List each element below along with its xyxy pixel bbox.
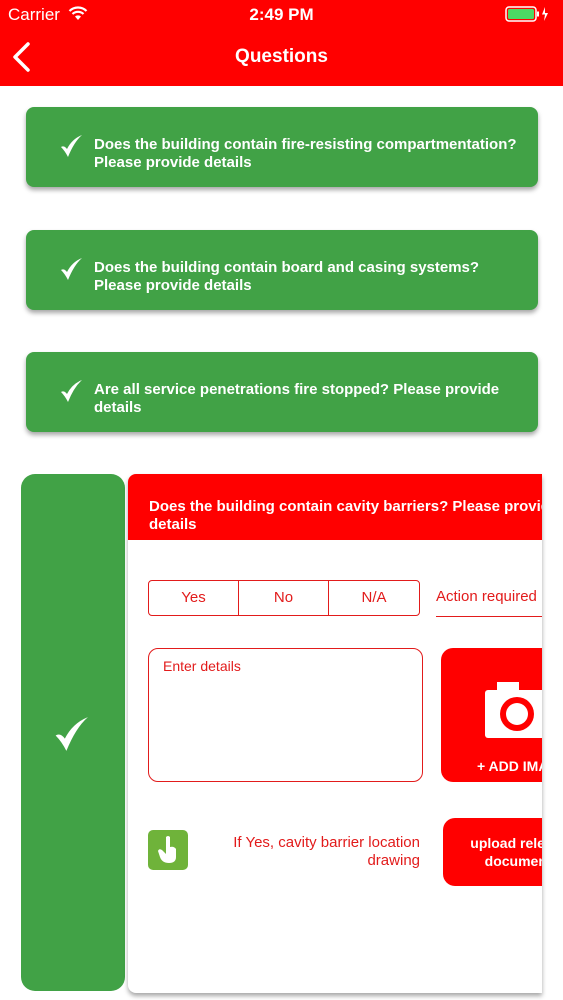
battery-icon	[505, 6, 548, 22]
status-bar: Carrier 2:49 PM	[0, 0, 563, 28]
navigation-bar: Questions	[0, 28, 563, 86]
drawing-note: If Yes, cavity barrier location drawing	[233, 834, 420, 869]
details-input[interactable]: Enter details	[148, 648, 423, 782]
upload-label: upload relevant documents	[470, 835, 542, 869]
camera-icon	[485, 682, 542, 738]
answer-na-button[interactable]: N/A	[329, 581, 419, 615]
page-title: Questions	[235, 46, 328, 67]
check-icon	[61, 135, 82, 157]
question-text: Does the building contain fire-resisting…	[94, 136, 517, 171]
question-text: Does the building contain cavity barrier…	[149, 498, 542, 533]
check-icon	[61, 258, 82, 280]
add-image-label: + ADD IMAGE	[477, 758, 542, 774]
question-text: Are all service penetrations fire stoppe…	[94, 381, 500, 416]
question-panel: Does the building contain cavity barrier…	[128, 474, 542, 993]
action-required-field[interactable]: Action required	[436, 588, 537, 605]
answer-yes-button[interactable]: Yes	[149, 581, 239, 615]
question-text: Does the building contain board and casi…	[94, 259, 480, 294]
question-header: Does the building contain cavity barrier…	[128, 474, 542, 540]
action-field-underline	[436, 616, 542, 617]
hand-pointer-icon[interactable]	[148, 830, 188, 870]
completion-indicator[interactable]	[21, 474, 125, 991]
answer-segmented-control: Yes No N/A	[148, 580, 420, 616]
question-card-2[interactable]: Does the building contain board and casi…	[26, 230, 538, 310]
hand-icon	[158, 836, 176, 863]
question-card-1[interactable]: Does the building contain fire-resisting…	[26, 107, 538, 187]
answer-no-button[interactable]: No	[239, 581, 329, 615]
question-card-3[interactable]: Are all service penetrations fire stoppe…	[26, 352, 538, 432]
clock: 2:49 PM	[249, 5, 314, 24]
check-icon	[61, 380, 82, 402]
add-image-button[interactable]: + ADD IMAGE	[441, 648, 542, 782]
upload-documents-button[interactable]: upload relevant documents	[443, 818, 542, 886]
check-icon	[55, 717, 88, 751]
